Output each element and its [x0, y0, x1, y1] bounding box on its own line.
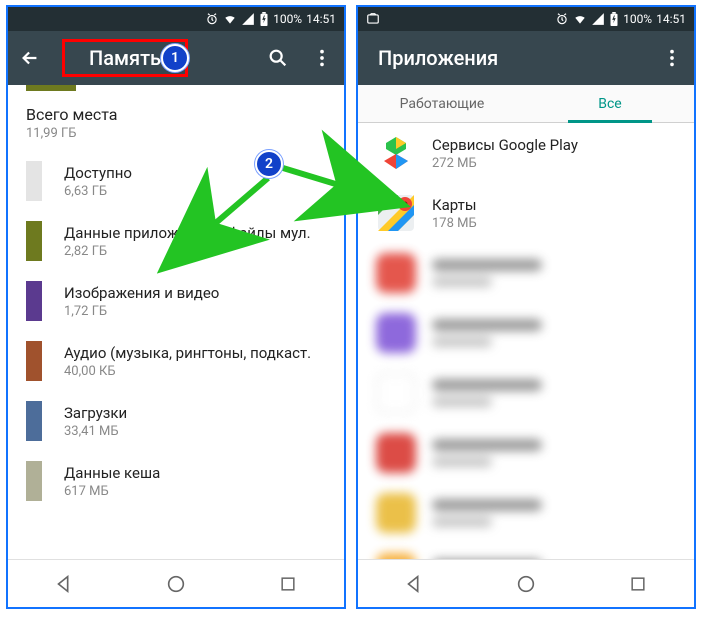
callout-2: 2 [255, 150, 283, 178]
arrow-to-maps [283, 168, 388, 200]
callout-2-label: 2 [265, 156, 273, 172]
callout-1-label: 1 [171, 50, 179, 66]
callout-1: 1 [161, 44, 189, 72]
arrows-overlay [0, 0, 704, 620]
arrow-to-app-data [175, 178, 268, 258]
